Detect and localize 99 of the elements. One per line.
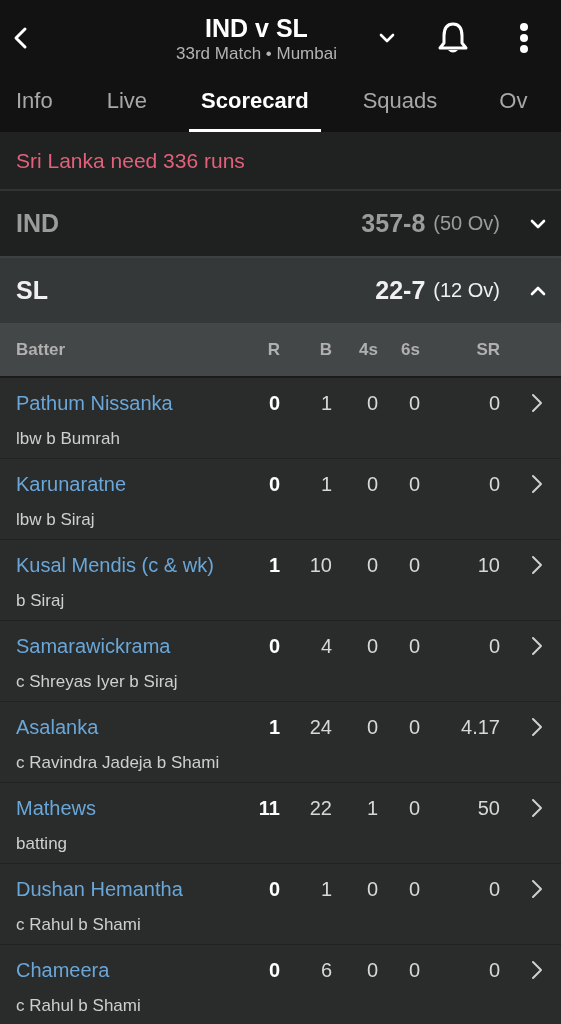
fours-cell-text: 0 [365, 391, 378, 416]
column-header: B [318, 339, 332, 360]
team-name: IND [16, 209, 61, 238]
strike-rate-cell-text: 0 [487, 472, 500, 497]
column-header: 4s [358, 339, 378, 360]
dismissal-text: c Rahul b Shami [16, 914, 142, 936]
batter-name[interactable]: Asalanka [16, 714, 250, 747]
column-header: R [266, 339, 280, 360]
chevron-right-icon[interactable] [530, 392, 544, 414]
chevron-right-icon[interactable] [530, 635, 544, 657]
bell-icon[interactable] [437, 21, 469, 55]
back-icon[interactable] [12, 26, 28, 50]
batter-row[interactable]: Mathews 11 22 1 0 50 batting [0, 783, 561, 864]
dismissal-text: lbw b Bumrah [16, 428, 121, 450]
runs-cell-text: 1 [267, 715, 280, 740]
match-subtitle: 33rd Match • Mumbai [175, 43, 338, 65]
strike-rate-cell-text: 4.17 [460, 715, 500, 740]
balls-cell-text: 1 [319, 391, 332, 416]
runs-cell-text: 0 [267, 958, 280, 983]
balls-cell-text: 1 [319, 877, 332, 902]
sixes-cell-text: 0 [407, 391, 420, 416]
expand-icon[interactable] [530, 217, 546, 230]
batter-name[interactable]: Karunaratne [16, 471, 250, 504]
balls-cell-text: 6 [319, 958, 332, 983]
match-title: IND v SL [204, 13, 309, 43]
batter-row[interactable]: Dushan Hemantha 0 1 0 0 0 c Rahul b Shami [0, 864, 561, 945]
chevron-right-icon[interactable] [530, 473, 544, 495]
sixes-cell-text: 0 [407, 715, 420, 740]
sixes-cell-text: 0 [407, 553, 420, 578]
strike-rate-cell-text: 50 [476, 796, 500, 821]
chevron-right-icon[interactable] [530, 716, 544, 738]
sixes-cell-text: 0 [407, 634, 420, 659]
batter-name[interactable]: Chameera [16, 957, 250, 990]
strike-rate-cell-text: 10 [476, 553, 500, 578]
tab[interactable]: Info [4, 76, 65, 132]
batter-row[interactable]: Karunaratne 0 1 0 0 0 lbw b Siraj [0, 459, 561, 540]
strike-rate-cell-text: 0 [487, 634, 500, 659]
runs-cell-text: 1 [267, 553, 280, 578]
batter-name[interactable]: Kusal Mendis (c & wk) [16, 552, 250, 585]
batter-row[interactable]: Asalanka 1 24 0 0 4.17 c Ravindra Jadeja b Shami [0, 702, 561, 783]
overs-count: (50 Ov) [433, 212, 500, 235]
batter-row[interactable]: Samarawickrama 0 4 0 0 0 c Shreyas Iyer b Siraj [0, 621, 561, 702]
batter-name[interactable]: Samarawickrama [16, 633, 250, 666]
dismissal-text: lbw b Siraj [16, 509, 96, 531]
overs-count: (12 Ov) [433, 279, 500, 302]
tab[interactable]: Squads [350, 76, 450, 132]
chevron-right-icon[interactable] [530, 797, 544, 819]
dismissal-text: c Ravindra Jadeja b Shami [16, 752, 221, 774]
more-icon[interactable] [519, 23, 529, 53]
runs-cell-text: 0 [267, 877, 280, 902]
balls-cell-text: 10 [308, 553, 332, 578]
sixes-cell-text: 0 [407, 796, 420, 821]
strike-rate-cell-text: 0 [487, 877, 500, 902]
sixes-cell-text: 0 [407, 958, 420, 983]
innings-header[interactable]: IND 357-8 (50 Ov) [0, 191, 561, 258]
batter-row[interactable]: Pathum Nissanka 0 1 0 0 0 lbw b Bumrah [0, 378, 561, 459]
dismissal-text: b Siraj [16, 590, 66, 612]
fours-cell-text: 0 [365, 634, 378, 659]
balls-cell-text: 1 [319, 472, 332, 497]
batter-row[interactable]: Chameera 0 6 0 0 0 c Rahul b Shami [0, 945, 561, 1024]
dismissal-text: batting [16, 833, 69, 855]
target-message: Sri Lanka need 336 runs [16, 148, 245, 173]
batter-row[interactable]: Kusal Mendis (c & wk) 1 10 0 0 10 b Siraj [0, 540, 561, 621]
fours-cell-text: 1 [365, 796, 378, 821]
sixes-cell-text: 0 [407, 472, 420, 497]
batter-name[interactable]: Dushan Hemantha [16, 876, 250, 909]
column-header: SR [475, 339, 500, 360]
column-header: 6s [400, 339, 420, 360]
team-score: 357-8 [361, 209, 426, 238]
fours-cell-text: 0 [365, 472, 378, 497]
dropdown-icon[interactable] [379, 32, 395, 44]
chevron-right-icon[interactable] [530, 878, 544, 900]
tab[interactable]: Live [94, 76, 160, 132]
batter-name[interactable]: Pathum Nissanka [16, 390, 250, 423]
fours-cell-text: 0 [365, 958, 378, 983]
balls-cell-text: 4 [319, 634, 332, 659]
column-header: Batter [16, 339, 67, 360]
innings-header[interactable]: SL 22-7 (12 Ov) [0, 258, 561, 323]
tab[interactable]: Ov [487, 76, 528, 132]
team-name: SL [16, 276, 49, 305]
balls-cell-text: 24 [308, 715, 332, 740]
collapse-icon[interactable] [530, 284, 546, 297]
fours-cell-text: 0 [365, 553, 378, 578]
sixes-cell-text: 0 [407, 877, 420, 902]
strike-rate-cell-text: 0 [487, 958, 500, 983]
strike-rate-cell-text: 0 [487, 391, 500, 416]
runs-cell-text: 0 [267, 634, 280, 659]
fours-cell-text: 0 [365, 877, 378, 902]
chevron-right-icon[interactable] [530, 959, 544, 981]
fours-cell-text: 0 [365, 715, 378, 740]
dismissal-text: c Shreyas Iyer b Siraj [16, 671, 179, 693]
batter-name[interactable]: Mathews [16, 795, 250, 828]
balls-cell-text: 22 [308, 796, 332, 821]
runs-cell-text: 11 [257, 796, 280, 821]
chevron-right-icon[interactable] [530, 554, 544, 576]
runs-cell-text: 0 [267, 391, 280, 416]
dismissal-text: c Rahul b Shami [16, 995, 142, 1017]
runs-cell-text: 0 [267, 472, 280, 497]
team-score: 22-7 [375, 276, 426, 305]
